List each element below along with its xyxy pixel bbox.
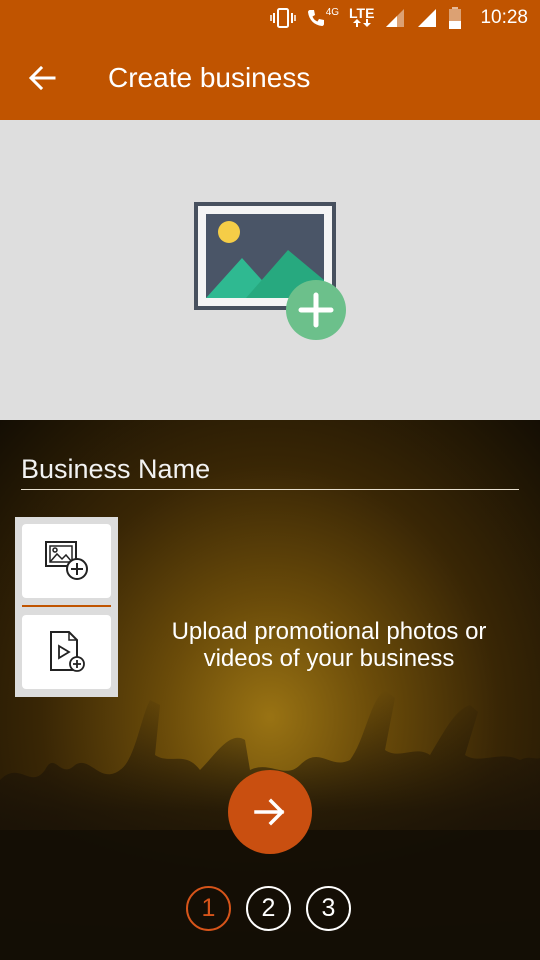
media-picker-panel xyxy=(15,517,118,697)
add-video-button[interactable] xyxy=(22,615,111,689)
arrow-forward-icon xyxy=(254,798,285,826)
upload-instructions: Upload promotional photos or videos of y… xyxy=(171,618,487,672)
network-type-label: 4G xyxy=(325,7,340,18)
next-button[interactable] xyxy=(228,770,312,854)
back-button[interactable] xyxy=(0,36,84,120)
signal-icon-1 xyxy=(384,7,406,29)
arrow-back-icon xyxy=(28,65,56,91)
app-bar: Create business xyxy=(0,36,540,120)
business-name-placeholder: Business Name xyxy=(21,454,211,484)
page-title: Create business xyxy=(108,62,311,93)
lte-icon: LTE xyxy=(349,5,375,29)
status-bar: 4G LTE 10:28 xyxy=(0,0,540,36)
lte-label: LTE xyxy=(349,5,375,21)
cover-image-picker[interactable] xyxy=(0,120,540,420)
status-time: 10:28 xyxy=(480,7,528,28)
step-1[interactable]: 1 xyxy=(186,886,231,931)
add-video-icon xyxy=(49,631,85,672)
business-name-input[interactable]: Business Name xyxy=(21,450,519,490)
battery-icon xyxy=(448,7,462,29)
add-photo-icon xyxy=(44,541,88,580)
add-photo-button[interactable] xyxy=(22,524,111,598)
vibrate-icon xyxy=(269,7,296,29)
step-indicator: 1 2 3 xyxy=(186,886,356,932)
form-area: Business Name Upload promotional photos … xyxy=(0,420,540,960)
add-image-icon[interactable] xyxy=(192,200,348,340)
step-3[interactable]: 3 xyxy=(306,886,351,931)
signal-icon-2 xyxy=(416,7,438,29)
media-divider xyxy=(22,605,111,607)
call-4g-icon: 4G xyxy=(306,7,339,29)
step-2[interactable]: 2 xyxy=(246,886,291,931)
